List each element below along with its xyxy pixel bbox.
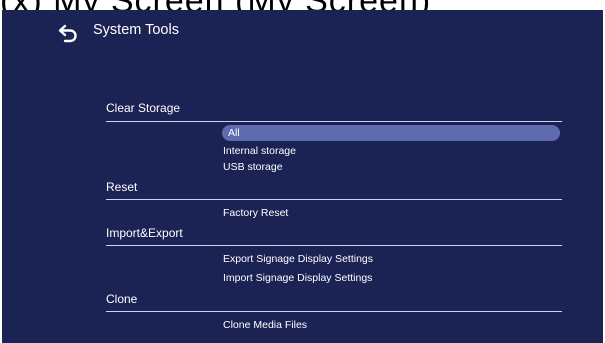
- back-arrow-icon[interactable]: [57, 22, 79, 44]
- section-divider: [106, 245, 562, 246]
- option-usb-storage[interactable]: USB storage: [223, 159, 283, 175]
- section-divider: [106, 199, 562, 200]
- option-clone-media-files[interactable]: Clone Media Files: [223, 317, 307, 333]
- section-divider: [106, 121, 562, 122]
- section-import-export-label: Import&Export: [106, 226, 183, 240]
- option-clear-all[interactable]: All: [222, 125, 560, 141]
- option-internal-storage[interactable]: Internal storage: [223, 143, 296, 159]
- section-divider: [106, 311, 562, 312]
- option-factory-reset[interactable]: Factory Reset: [223, 205, 288, 221]
- section-clear-storage-label: Clear Storage: [106, 101, 181, 115]
- system-tools-screen: System Tools Clear Storage All Internal …: [2, 10, 603, 343]
- option-import-signage-settings[interactable]: Import Signage Display Settings: [223, 270, 372, 286]
- option-export-signage-settings[interactable]: Export Signage Display Settings: [223, 251, 373, 267]
- section-clone-label: Clone: [106, 292, 138, 306]
- section-reset-label: Reset: [106, 180, 138, 194]
- page-title: System Tools: [93, 22, 179, 38]
